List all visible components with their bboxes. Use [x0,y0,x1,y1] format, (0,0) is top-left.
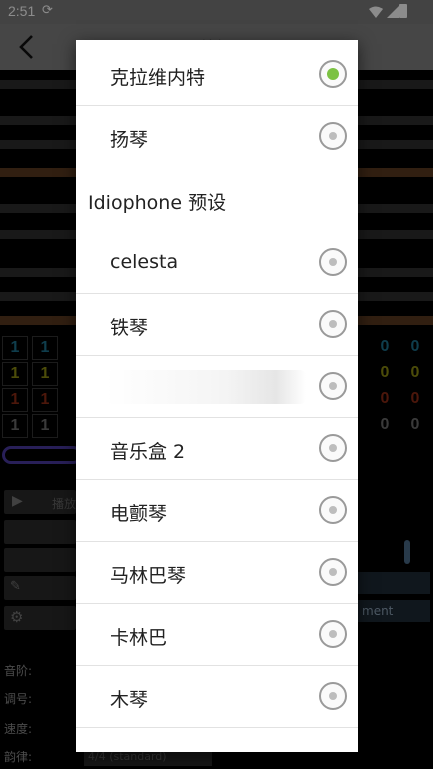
item-label: celesta [110,251,179,273]
radio-icon[interactable] [319,434,347,462]
instrument-picker-dialog: 克拉维内特 扬琴 Idiophone 预设 celesta 铁琴 音乐盒 2 电… [76,40,358,752]
list-item[interactable]: 卡林巴 [76,604,358,666]
item-label: 克拉维内特 [110,67,206,89]
item-label: 卡林巴 [110,627,168,649]
radio-icon[interactable] [319,122,347,150]
list-item[interactable]: 克拉维内特 [76,44,358,106]
radio-icon[interactable] [319,248,347,276]
radio-selected-icon[interactable] [319,60,347,88]
radio-icon[interactable] [319,682,347,710]
item-label: 木琴 [110,689,149,711]
list-item[interactable]: 木琴 [76,666,358,728]
list-item[interactable]: celesta [76,232,358,294]
group-header: Idiophone 预设 [76,170,358,230]
radio-icon[interactable] [319,372,347,400]
radio-icon[interactable] [319,310,347,338]
item-label: 电颤琴 [110,503,168,525]
list-item[interactable] [76,356,358,418]
radio-icon[interactable] [319,558,347,586]
rendering-artifact [106,370,306,404]
radio-icon[interactable] [319,620,347,648]
item-label: 扬琴 [110,129,149,151]
item-label: 铁琴 [110,317,149,339]
list-item[interactable]: 铁琴 [76,294,358,356]
item-label: 马林巴琴 [110,565,187,587]
list-item[interactable]: 电颤琴 [76,480,358,542]
list-item[interactable]: 音乐盒 2 [76,418,358,480]
radio-icon[interactable] [319,496,347,524]
list-item[interactable]: 扬琴 [76,106,358,168]
group-label: Idiophone 预设 [88,192,227,214]
list-item[interactable]: 马林巴琴 [76,542,358,604]
item-label: 音乐盒 2 [110,441,186,463]
